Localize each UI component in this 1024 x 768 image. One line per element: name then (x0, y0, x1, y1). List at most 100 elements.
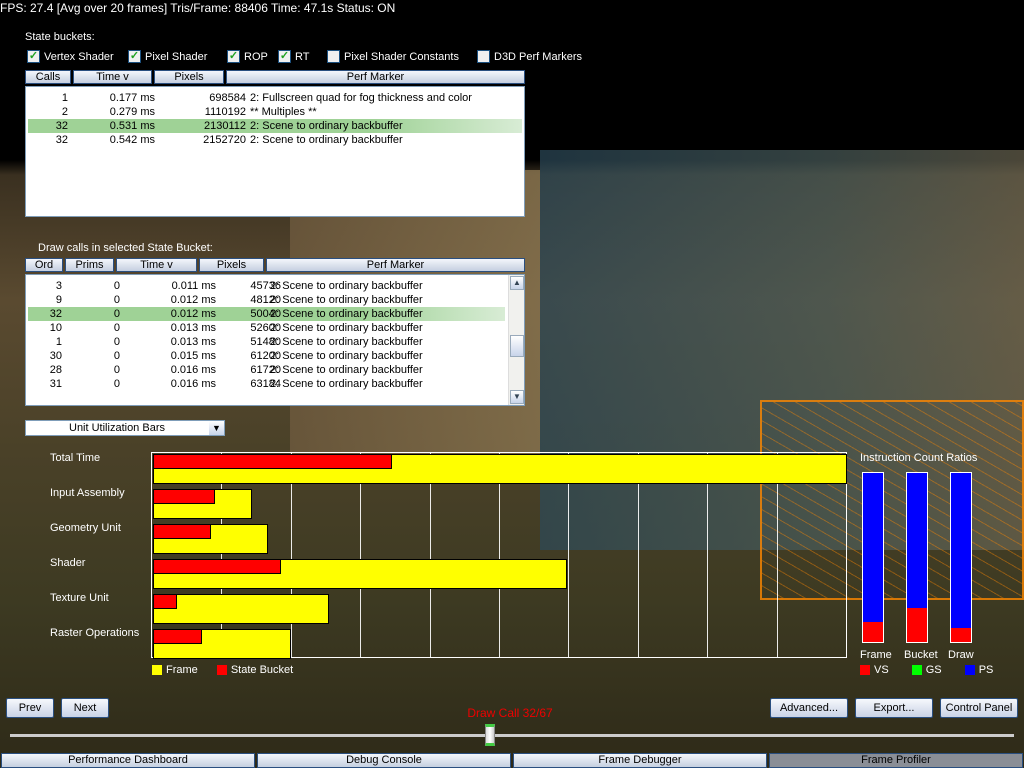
cell: 32 (55, 134, 68, 146)
draw-calls-list[interactable]: ▲ ▼ 3 0 0.011 ms 45736 2: Scene to ordinary … (25, 274, 525, 406)
ratio-vs-segment (907, 608, 927, 642)
slider-thumb[interactable] (484, 724, 495, 746)
table-row[interactable]: 3 0 0.011 ms 45736 2: Scene to ordinary back… (28, 279, 505, 293)
category-label: Geometry Unit (50, 522, 121, 534)
legend-gs: GS (925, 664, 942, 676)
column-header-prims[interactable]: Prims (65, 258, 114, 272)
legend-swatch-bucket (216, 665, 227, 676)
table-row[interactable]: 31 0 0.016 ms 63184 2: Scene to ordinary bac… (28, 377, 505, 391)
ratio-bar-bucket (906, 472, 928, 643)
state-buckets-label: State buckets: (25, 31, 95, 43)
table-row[interactable]: 32 0 0.012 ms 50040 2: Scene to ordinary bac… (28, 307, 505, 321)
cell: 0 (113, 308, 120, 320)
cell: 0 (113, 364, 120, 376)
column-header-calls[interactable]: Calls (25, 70, 71, 84)
checkbox-box[interactable] (327, 50, 340, 63)
table-row[interactable]: 1 0.177 ms 698584 2: Fullscreen quad for fo… (28, 91, 522, 105)
cell: 0.015 ms (170, 350, 216, 362)
view-select-value: Unit Utilization Bars (69, 422, 165, 434)
scroll-thumb[interactable] (510, 335, 524, 357)
checkbox-box[interactable] (477, 50, 490, 63)
checkbox-rop[interactable]: ✓ ROP (227, 50, 268, 63)
checkbox-label: Vertex Shader (44, 50, 114, 63)
cell: 2: Scene to ordinary backbuffer (270, 350, 423, 362)
tab-frame-debugger[interactable]: Frame Debugger (513, 753, 767, 768)
checkbox-label: ROP (244, 50, 268, 63)
checkbox-vertex-shader[interactable]: ✓ Vertex Shader (27, 50, 114, 63)
ratio-vs-segment (951, 628, 971, 642)
table-row[interactable]: 10 0 0.013 ms 52600 2: Scene to ordinary bac… (28, 321, 505, 335)
checkbox-pixel-shader[interactable]: ✓ Pixel Shader (128, 50, 207, 63)
cell: 0.177 ms (109, 92, 155, 104)
export-button[interactable]: Export... (855, 698, 933, 718)
checkbox-label: D3D Perf Markers (494, 50, 583, 63)
checkmark-icon[interactable]: ✓ (128, 50, 141, 63)
scrollbar[interactable]: ▲ ▼ (508, 275, 524, 405)
status-bar: FPS: 27.4 [Avg over 20 frames] Tris/Fram… (0, 1, 396, 15)
cell: 28 (49, 364, 62, 376)
column-header-pixels[interactable]: Pixels (199, 258, 264, 272)
cell: 9 (55, 294, 62, 306)
table-row[interactable]: 2 0.279 ms 1110192 ** Multiples ** (28, 105, 522, 119)
cell: 0.531 ms (109, 120, 155, 132)
cell: 2: Fullscreen quad for fog thickness and… (250, 92, 472, 104)
cell: 0.011 ms (171, 280, 216, 292)
prev-button[interactable]: Prev (6, 698, 54, 718)
tab-frame-profiler[interactable]: Frame Profiler (769, 753, 1023, 768)
checkmark-icon[interactable]: ✓ (278, 50, 291, 63)
cell: 0 (113, 322, 120, 334)
cell: 30 (49, 350, 62, 362)
table-row[interactable]: 9 0 0.012 ms 48120 2: Scene to ordinary back… (28, 293, 505, 307)
advanced-button[interactable]: Advanced... (770, 698, 848, 718)
cell: 2130112 (203, 120, 246, 132)
cell: 0.542 ms (109, 134, 155, 146)
checkbox-d3d-perf-markers[interactable]: D3D Perf Markers (477, 50, 582, 63)
cell: 1110192 (204, 106, 246, 118)
category-label: Shader (50, 557, 86, 569)
cell: 2 (61, 106, 68, 118)
column-header-perf-marker[interactable]: Perf Marker (266, 258, 525, 272)
cell: 1 (55, 336, 62, 348)
scroll-up-icon[interactable]: ▲ (510, 276, 524, 290)
checkbox-pixel-shader-constants[interactable]: Pixel Shader Constants (327, 50, 459, 63)
category-label: Total Time (50, 452, 101, 464)
unit-utilization-chart (151, 452, 847, 659)
cell: 2: Scene to ordinary backbuffer (250, 120, 403, 132)
instruction-ratio-title: Instruction Count Ratios (860, 452, 978, 464)
checkmark-icon[interactable]: ✓ (27, 50, 40, 63)
scroll-down-icon[interactable]: ▼ (510, 390, 524, 404)
checkmark-icon[interactable]: ✓ (227, 50, 240, 63)
tab-performance-dashboard[interactable]: Performance Dashboard (1, 753, 255, 768)
chart-legend: Frame State Bucket (152, 664, 293, 676)
column-header-pixels[interactable]: Pixels (154, 70, 224, 84)
cell: 2: Scene to ordinary backbuffer (270, 378, 423, 390)
chevron-down-icon[interactable]: ▼ (209, 421, 224, 435)
table-row[interactable]: 32 0.542 ms 2152720 2: Scene to ordinary ba… (28, 133, 522, 147)
table-row[interactable]: 30 0 0.015 ms 61200 2: Scene to ordinary bac… (28, 349, 505, 363)
bar-state-bucket (153, 489, 216, 504)
table-row[interactable]: 32 0.531 ms 2130112 2: Scene to ordinary ba… (28, 119, 522, 133)
cell: 698584 (209, 92, 246, 104)
bar-state-bucket (153, 594, 178, 609)
cell: 0.013 ms (170, 322, 216, 334)
state-buckets-list[interactable]: 1 0.177 ms 698584 2: Fullscreen quad for fo… (25, 86, 525, 217)
draw-call-slider[interactable] (10, 734, 1014, 737)
table-row[interactable]: 1 0 0.013 ms 51480 2: Scene to ordinary back… (28, 335, 505, 349)
cell: 0 (113, 280, 120, 292)
tab-debug-console[interactable]: Debug Console (257, 753, 511, 768)
cell: 2: Scene to ordinary backbuffer (270, 308, 423, 320)
table-row[interactable]: 28 0 0.016 ms 61720 2: Scene to ordinary bac… (28, 363, 505, 377)
checkbox-rt[interactable]: ✓ RT (278, 50, 309, 63)
bar-state-bucket (153, 559, 282, 574)
cell: 31 (49, 378, 62, 390)
column-header-time-v[interactable]: Time v (73, 70, 152, 84)
control-panel-button[interactable]: Control Panel (940, 698, 1018, 718)
next-button[interactable]: Next (61, 698, 109, 718)
column-header-ord[interactable]: Ord (25, 258, 63, 272)
cell: 0.012 ms (170, 308, 216, 320)
column-header-time-v[interactable]: Time v (116, 258, 197, 272)
legend-frame: Frame (166, 664, 198, 676)
cell: 2: Scene to ordinary backbuffer (270, 294, 423, 306)
column-header-perf-marker[interactable]: Perf Marker (226, 70, 525, 84)
view-select[interactable]: Unit Utilization Bars ▼ (25, 420, 225, 436)
